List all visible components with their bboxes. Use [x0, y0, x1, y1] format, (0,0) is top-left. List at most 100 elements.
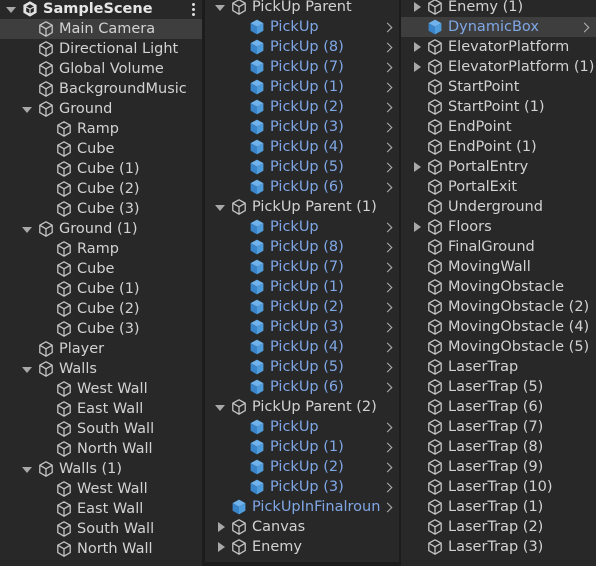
open-prefab-chevron-icon[interactable] — [385, 57, 393, 77]
open-prefab-chevron-icon[interactable] — [385, 337, 393, 357]
hierarchy-row-underground[interactable]: Underground — [401, 197, 596, 217]
open-prefab-chevron-icon[interactable] — [385, 417, 393, 437]
hierarchy-row-movingobstacle[interactable]: MovingObstacle — [401, 277, 596, 297]
hierarchy-row-dynamicbox[interactable]: DynamicBox — [401, 17, 596, 37]
hierarchy-row-pickup-2[interactable]: PickUp (2) — [205, 97, 399, 117]
open-prefab-chevron-icon[interactable] — [385, 497, 393, 517]
open-prefab-chevron-icon[interactable] — [385, 257, 393, 277]
collapse-arrow-right-icon[interactable] — [411, 157, 421, 177]
hierarchy-row-walls[interactable]: Walls — [0, 359, 202, 379]
hierarchy-row-lasertrap-10[interactable]: LaserTrap (10) — [401, 477, 596, 497]
hierarchy-row-ramp[interactable]: Ramp — [0, 239, 202, 259]
collapse-arrow-right-icon[interactable] — [411, 0, 421, 17]
hierarchy-row-pickup-5[interactable]: PickUp (5) — [205, 157, 399, 177]
hierarchy-row-pickup-1[interactable]: PickUp (1) — [205, 437, 399, 457]
more-options-icon[interactable] — [190, 0, 196, 19]
open-prefab-chevron-icon[interactable] — [385, 117, 393, 137]
expand-arrow-down-icon[interactable] — [215, 397, 225, 417]
hierarchy-row-pickup-7[interactable]: PickUp (7) — [205, 57, 399, 77]
hierarchy-row-floors[interactable]: Floors — [401, 217, 596, 237]
open-prefab-chevron-icon[interactable] — [385, 137, 393, 157]
expand-arrow-down-icon[interactable] — [215, 197, 225, 217]
hierarchy-row-lasertrap-6[interactable]: LaserTrap (6) — [401, 397, 596, 417]
hierarchy-row-elevatorplatform-1[interactable]: ElevatorPlatform (1) — [401, 57, 596, 77]
collapse-arrow-right-icon[interactable] — [411, 57, 421, 77]
hierarchy-row-startpoint[interactable]: StartPoint — [401, 77, 596, 97]
hierarchy-row-ground-1[interactable]: Ground (1) — [0, 219, 202, 239]
hierarchy-row-directional-light[interactable]: Directional Light — [0, 39, 202, 59]
expand-arrow-down-icon[interactable] — [22, 219, 32, 239]
hierarchy-row-pickup[interactable]: PickUp — [205, 417, 399, 437]
expand-arrow-down-icon[interactable] — [6, 0, 16, 19]
hierarchy-row-cube-1[interactable]: Cube (1) — [0, 279, 202, 299]
open-prefab-chevron-icon[interactable] — [385, 357, 393, 377]
open-prefab-chevron-icon[interactable] — [385, 237, 393, 257]
hierarchy-row-pickup-2[interactable]: PickUp (2) — [205, 457, 399, 477]
open-prefab-chevron-icon[interactable] — [385, 157, 393, 177]
open-prefab-chevron-icon[interactable] — [385, 317, 393, 337]
hierarchy-row-lasertrap-5[interactable]: LaserTrap (5) — [401, 377, 596, 397]
hierarchy-row-lasertrap-9[interactable]: LaserTrap (9) — [401, 457, 596, 477]
collapse-arrow-right-icon[interactable] — [411, 37, 421, 57]
hierarchy-row-enemy-1[interactable]: Enemy (1) — [401, 0, 596, 17]
expand-arrow-down-icon[interactable] — [215, 0, 225, 17]
hierarchy-row-cube-2[interactable]: Cube (2) — [0, 179, 202, 199]
hierarchy-row-pickup-6[interactable]: PickUp (6) — [205, 377, 399, 397]
hierarchy-row-pickup-5[interactable]: PickUp (5) — [205, 357, 399, 377]
collapse-arrow-right-icon[interactable] — [215, 537, 225, 557]
expand-arrow-down-icon[interactable] — [22, 459, 32, 479]
hierarchy-row-canvas[interactable]: Canvas — [205, 517, 399, 537]
open-prefab-chevron-icon[interactable] — [582, 17, 590, 37]
expand-arrow-down-icon[interactable] — [22, 99, 32, 119]
hierarchy-row-lasertrap-1[interactable]: LaserTrap (1) — [401, 497, 596, 517]
collapse-arrow-right-icon[interactable] — [215, 517, 225, 537]
open-prefab-chevron-icon[interactable] — [385, 37, 393, 57]
open-prefab-chevron-icon[interactable] — [385, 277, 393, 297]
collapse-arrow-right-icon[interactable] — [411, 217, 421, 237]
hierarchy-row-pickup-8[interactable]: PickUp (8) — [205, 37, 399, 57]
open-prefab-chevron-icon[interactable] — [385, 477, 393, 497]
hierarchy-row-backgroundmusic[interactable]: BackgroundMusic — [0, 79, 202, 99]
hierarchy-row-lasertrap-3[interactable]: LaserTrap (3) — [401, 537, 596, 557]
open-prefab-chevron-icon[interactable] — [385, 377, 393, 397]
open-prefab-chevron-icon[interactable] — [385, 77, 393, 97]
hierarchy-row-cube-3[interactable]: Cube (3) — [0, 319, 202, 339]
hierarchy-row-samplescene[interactable]: SampleScene — [0, 0, 202, 19]
hierarchy-row-lasertrap[interactable]: LaserTrap — [401, 357, 596, 377]
hierarchy-row-pickup-1[interactable]: PickUp (1) — [205, 77, 399, 97]
hierarchy-row-east-wall[interactable]: East Wall — [0, 499, 202, 519]
hierarchy-row-pickup-1[interactable]: PickUp (1) — [205, 277, 399, 297]
hierarchy-row-pickup-3[interactable]: PickUp (3) — [205, 117, 399, 137]
open-prefab-chevron-icon[interactable] — [385, 297, 393, 317]
hierarchy-row-player[interactable]: Player — [0, 339, 202, 359]
hierarchy-row-finalground[interactable]: FinalGround — [401, 237, 596, 257]
hierarchy-row-movingobstacle-4[interactable]: MovingObstacle (4) — [401, 317, 596, 337]
hierarchy-row-enemy[interactable]: Enemy — [205, 537, 399, 557]
hierarchy-row-west-wall[interactable]: West Wall — [0, 379, 202, 399]
open-prefab-chevron-icon[interactable] — [385, 17, 393, 37]
hierarchy-row-endpoint-1[interactable]: EndPoint (1) — [401, 137, 596, 157]
open-prefab-chevron-icon[interactable] — [385, 457, 393, 477]
hierarchy-row-south-wall[interactable]: South Wall — [0, 419, 202, 439]
hierarchy-row-startpoint-1[interactable]: StartPoint (1) — [401, 97, 596, 117]
open-prefab-chevron-icon[interactable] — [385, 437, 393, 457]
hierarchy-row-lasertrap-2[interactable]: LaserTrap (2) — [401, 517, 596, 537]
hierarchy-row-pickup-6[interactable]: PickUp (6) — [205, 177, 399, 197]
hierarchy-row-pickup-4[interactable]: PickUp (4) — [205, 337, 399, 357]
hierarchy-row-south-wall[interactable]: South Wall — [0, 519, 202, 539]
hierarchy-row-cube-2[interactable]: Cube (2) — [0, 299, 202, 319]
hierarchy-row-ramp[interactable]: Ramp — [0, 119, 202, 139]
hierarchy-row-walls-1[interactable]: Walls (1) — [0, 459, 202, 479]
hierarchy-row-endpoint[interactable]: EndPoint — [401, 117, 596, 137]
hierarchy-row-movingobstacle-5[interactable]: MovingObstacle (5) — [401, 337, 596, 357]
hierarchy-row-pickup-7[interactable]: PickUp (7) — [205, 257, 399, 277]
hierarchy-row-cube-1[interactable]: Cube (1) — [0, 159, 202, 179]
hierarchy-row-movingwall[interactable]: MovingWall — [401, 257, 596, 277]
hierarchy-row-pickup[interactable]: PickUp — [205, 17, 399, 37]
hierarchy-row-main-camera[interactable]: Main Camera — [0, 19, 202, 39]
hierarchy-row-pickup-2[interactable]: PickUp (2) — [205, 297, 399, 317]
open-prefab-chevron-icon[interactable] — [385, 97, 393, 117]
hierarchy-row-movingobstacle-2[interactable]: MovingObstacle (2) — [401, 297, 596, 317]
hierarchy-row-pickup[interactable]: PickUp — [205, 217, 399, 237]
hierarchy-row-lasertrap-8[interactable]: LaserTrap (8) — [401, 437, 596, 457]
